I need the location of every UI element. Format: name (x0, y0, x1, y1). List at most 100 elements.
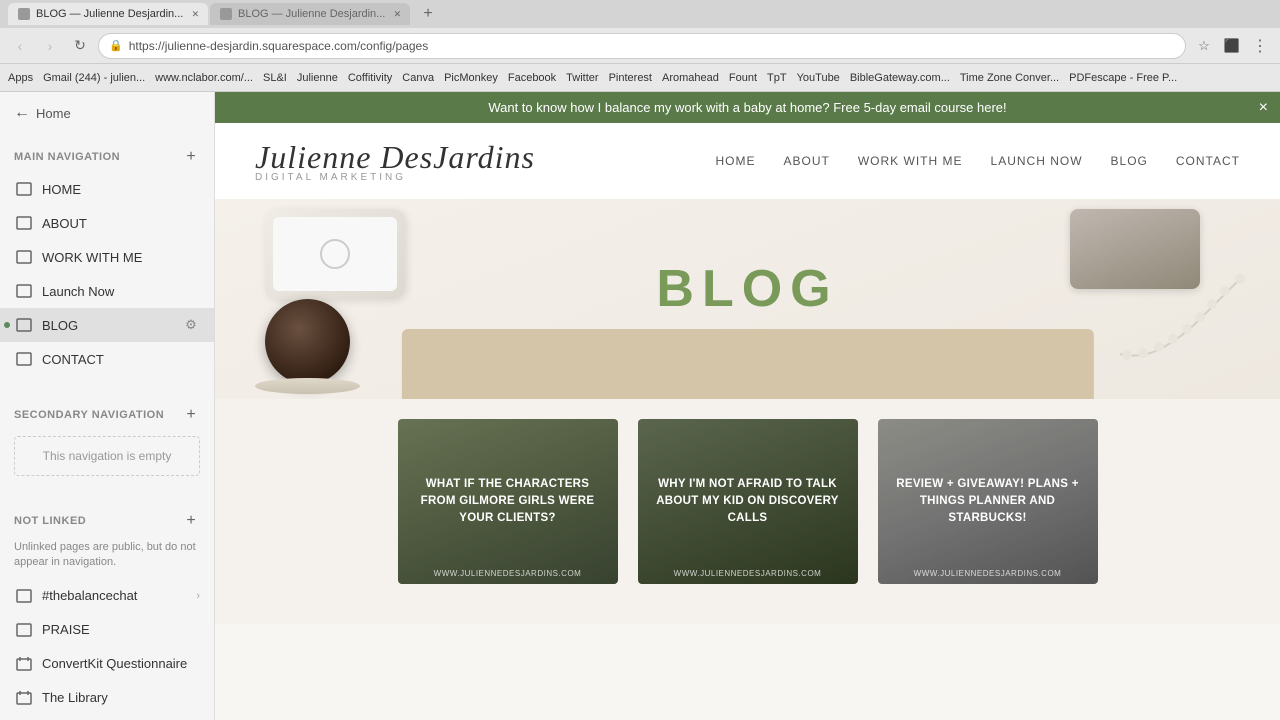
browser-bookmarks: Apps Gmail (244) - julien... www.nclabor… (0, 64, 1280, 92)
site-logo-name: Julienne DesJardins (255, 139, 535, 176)
bookmark-youtube[interactable]: YouTube (797, 72, 840, 84)
site-nav-contact[interactable]: CONTACT (1176, 154, 1240, 168)
main-navigation-section: MAIN NAVIGATION + HOME ABOUT (0, 134, 214, 384)
bookmark-pdfescape[interactable]: PDFescape - Free P... (1069, 72, 1177, 84)
sidebar-item-work-with-me[interactable]: WORK WITH ME (0, 240, 214, 274)
bookmark-timezone[interactable]: Time Zone Conver... (960, 72, 1059, 84)
sidebar-item-blog-label: BLOG (42, 318, 174, 333)
bookmark-picmonkey[interactable]: PicMonkey (444, 72, 498, 84)
bookmark-julienne[interactable]: Julienne (297, 72, 338, 84)
sidebar-item-the-library[interactable]: The Library (0, 681, 214, 715)
add-main-nav-button[interactable]: + (182, 148, 200, 166)
add-secondary-nav-button[interactable]: + (182, 406, 200, 424)
tab-label-1: BLOG — Julienne Desjardin... (36, 8, 183, 20)
back-to-home-button[interactable]: ← Home (14, 104, 71, 122)
bookmark-sl[interactable]: SL&I (263, 72, 287, 84)
convertkit-questionnaire-icon (14, 654, 34, 674)
work-with-me-icon (14, 247, 34, 267)
not-linked-description: Unlinked pages are public, but do not ap… (0, 536, 214, 579)
bookmark-gmail[interactable]: Gmail (244) - julien... (43, 72, 145, 84)
secondary-nav-empty: This navigation is empty (14, 436, 200, 476)
sidebar-item-contact[interactable]: CONTACT (0, 342, 214, 376)
back-button[interactable]: ‹ (8, 34, 32, 58)
blog-cards-section: WHAT IF THE CHARACTERS FROM GILMORE GIRL… (215, 399, 1280, 624)
blog-card-3-overlay: REVIEW + GIVEAWAY! PLANS + THINGS PLANNE… (878, 419, 1098, 584)
browser-chrome: BLOG — Julienne Desjardin... ✕ BLOG — Ju… (0, 0, 1280, 92)
banner-close-button[interactable]: × (1259, 99, 1268, 117)
sidebar-item-convertkit-questionnaire-label: ConvertKit Questionnaire (42, 656, 200, 671)
add-not-linked-button[interactable]: + (182, 512, 200, 530)
bookmark-star-button[interactable]: ☆ (1192, 34, 1216, 58)
coffee-cup-decoration (265, 299, 360, 394)
blog-settings-gear-icon[interactable]: ⚙ (182, 316, 200, 334)
blog-card-2-overlay: WHY I'M NOT AFRAID TO TALK ABOUT MY KID … (638, 419, 858, 584)
sidebar-item-the-library-label: The Library (42, 690, 200, 705)
sidebar-item-blog[interactable]: BLOG ⚙ (0, 308, 214, 342)
blog-card-3[interactable]: REVIEW + GIVEAWAY! PLANS + THINGS PLANNE… (878, 419, 1098, 584)
tab-favicon-2 (220, 8, 232, 20)
sidebar-item-launch-now[interactable]: Launch Now (0, 274, 214, 308)
sidebar-item-launch-now-label: Launch Now (42, 284, 200, 299)
website-preview: Julienne DesJardins Digital Marketing HO… (215, 123, 1280, 720)
blog-card-1-overlay: WHAT IF THE CHARACTERS FROM GILMORE GIRL… (398, 419, 618, 584)
bookmark-aromahead[interactable]: Aromahead (662, 72, 719, 84)
main-layout: ← Home MAIN NAVIGATION + HOME ABO (0, 92, 1280, 720)
bookmark-nclabor[interactable]: www.nclabor.com/... (155, 72, 253, 84)
sidebar-item-blog2[interactable]: BLOG › (0, 715, 214, 720)
sidebar-item-home[interactable]: HOME (0, 172, 214, 206)
site-nav-about[interactable]: ABOUT (784, 154, 830, 168)
browser-tabs: BLOG — Julienne Desjardin... ✕ BLOG — Ju… (0, 0, 1280, 28)
contact-page-icon (14, 349, 34, 369)
sidebar-item-convertkit-questionnaire[interactable]: ConvertKit Questionnaire (0, 647, 214, 681)
sidebar-item-about[interactable]: ABOUT (0, 206, 214, 240)
bookmark-canva[interactable]: Canva (402, 72, 434, 84)
bookmark-coffitivity[interactable]: Coffitivity (348, 72, 392, 84)
active-indicator (4, 322, 10, 328)
reload-button[interactable]: ↻ (68, 34, 92, 58)
menu-button[interactable]: ⋮ (1248, 34, 1272, 58)
site-nav-blog[interactable]: BLOG (1111, 154, 1148, 168)
blog-card-2-text: WHY I'M NOT AFRAID TO TALK ABOUT MY KID … (652, 476, 844, 528)
launch-now-icon (14, 281, 34, 301)
bookmark-fount[interactable]: Fount (729, 72, 757, 84)
extensions-button[interactable]: ⬛ (1220, 34, 1244, 58)
browser-tab-2[interactable]: BLOG — Julienne Desjardin... ✕ (210, 3, 410, 25)
main-nav-title: MAIN NAVIGATION (14, 151, 120, 163)
secondary-nav-title: SECONDARY NAVIGATION (14, 409, 164, 421)
blog-card-3-url: WWW.JULIENNEDESJARDINS.COM (878, 569, 1098, 578)
address-bar[interactable]: 🔒 https://julienne-desjardin.squarespace… (98, 33, 1186, 59)
tab-close-2[interactable]: ✕ (391, 8, 403, 20)
site-nav-work-with-me[interactable]: WORK WITH ME (858, 154, 963, 168)
not-linked-header: NOT LINKED + (0, 506, 214, 536)
bookmark-apps[interactable]: Apps (8, 72, 33, 84)
phone-button-icon (320, 239, 350, 269)
promo-banner: Want to know how I balance my work with … (215, 92, 1280, 123)
sidebar-item-praise[interactable]: PRAISE (0, 613, 214, 647)
site-nav-home[interactable]: HOME (716, 154, 756, 168)
tab-close-1[interactable]: ✕ (189, 8, 201, 20)
not-linked-title: NOT LINKED (14, 515, 86, 527)
forward-button[interactable]: › (38, 34, 62, 58)
sidebar-item-thebalancechat-label: #thebalancechat (42, 588, 188, 603)
bookmark-pinterest[interactable]: Pinterest (609, 72, 652, 84)
sidebar-header: ← Home (0, 92, 214, 134)
ssl-lock-icon: 🔒 (109, 39, 123, 52)
sidebar-item-praise-label: PRAISE (42, 622, 200, 637)
tab-label-2: BLOG — Julienne Desjardin... (238, 8, 385, 20)
new-tab-button[interactable]: + (416, 3, 440, 25)
blog-cards-container: WHAT IF THE CHARACTERS FROM GILMORE GIRL… (255, 419, 1240, 584)
bookmark-facebook[interactable]: Facebook (508, 72, 556, 84)
bookmark-twitter[interactable]: Twitter (566, 72, 598, 84)
blog-page-icon (14, 315, 34, 335)
sidebar-item-thebalancechat[interactable]: #thebalancechat › (0, 579, 214, 613)
bookmark-biblegateway[interactable]: BibleGateway.com... (850, 72, 950, 84)
back-label: Home (36, 106, 71, 121)
blog-card-2[interactable]: WHY I'M NOT AFRAID TO TALK ABOUT MY KID … (638, 419, 858, 584)
bookmark-tpt[interactable]: TpT (767, 72, 787, 84)
blog-card-2-url: WWW.JULIENNEDESJARDINS.COM (638, 569, 858, 578)
browser-tab-1[interactable]: BLOG — Julienne Desjardin... ✕ (8, 3, 208, 25)
site-nav: HOME ABOUT WORK WITH ME LAUNCH NOW BLOG … (716, 154, 1240, 168)
blog-card-1[interactable]: WHAT IF THE CHARACTERS FROM GILMORE GIRL… (398, 419, 618, 584)
sidebar: ← Home MAIN NAVIGATION + HOME ABO (0, 92, 215, 720)
site-nav-launch-now[interactable]: LAUNCH NOW (991, 154, 1083, 168)
